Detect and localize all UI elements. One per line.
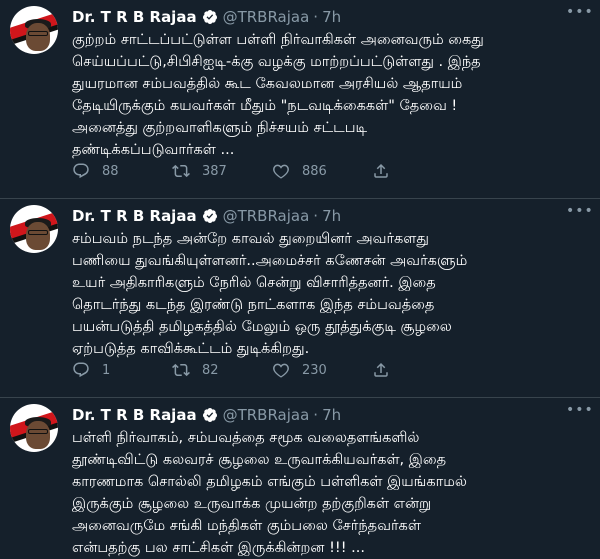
retweet-icon <box>172 363 190 377</box>
separator-dot: · <box>313 406 319 424</box>
author-name[interactable]: Dr. T R B Rajaa <box>72 406 197 424</box>
retweet-button[interactable]: 82 <box>172 361 272 379</box>
tweet-text: பள்ளி நிர்வாகம், சம்பவத்தை சமூக வலைதளங்க… <box>72 430 467 556</box>
more-options-icon[interactable]: ••• <box>566 4 593 24</box>
retweet-count: 387 <box>202 163 227 179</box>
author-name[interactable]: Dr. T R B Rajaa <box>72 207 197 225</box>
author-name[interactable]: Dr. T R B Rajaa <box>72 8 197 26</box>
tweet[interactable]: Dr. T R B Rajaa @TRBRajaa · 7h ••• குற்ற… <box>0 0 600 199</box>
like-button[interactable]: 886 <box>272 162 372 180</box>
tweet-time[interactable]: 7h <box>322 8 341 26</box>
verified-badge-icon <box>202 209 217 223</box>
tweet-text: குற்றம் சாட்டப்பட்டுள்ள பள்ளி நிர்வாகிகள… <box>72 32 484 158</box>
tweet[interactable]: Dr. T R B Rajaa @TRBRajaa · 7h ••• பள்ளி… <box>0 398 600 556</box>
heart-icon <box>273 164 289 179</box>
reply-count: 88 <box>102 163 119 179</box>
tweet-text: சம்பவம் நடந்த அன்றே காவல் துறையினர் அவர்… <box>72 231 468 357</box>
share-icon <box>374 362 388 377</box>
retweet-count: 82 <box>202 362 219 378</box>
retweet-button[interactable]: 387 <box>172 162 272 180</box>
author-handle[interactable]: @TRBRajaa <box>223 406 310 424</box>
verified-badge-icon <box>202 10 217 24</box>
reply-button[interactable]: 88 <box>72 162 172 180</box>
avatar[interactable] <box>10 205 58 253</box>
tweet-actions: 88 387 886 <box>72 162 502 180</box>
reply-icon <box>73 362 89 378</box>
share-button[interactable] <box>372 361 402 379</box>
like-count: 886 <box>302 163 327 179</box>
heart-icon <box>273 363 289 378</box>
share-button[interactable] <box>372 162 402 180</box>
tweet-time[interactable]: 7h <box>322 207 341 225</box>
share-icon <box>374 163 388 178</box>
tweet-time[interactable]: 7h <box>322 406 341 424</box>
avatar[interactable] <box>10 6 58 54</box>
retweet-icon <box>172 164 190 178</box>
avatar[interactable] <box>10 404 58 452</box>
tweet-header: Dr. T R B Rajaa @TRBRajaa · 7h <box>72 205 586 227</box>
tweet[interactable]: Dr. T R B Rajaa @TRBRajaa · 7h ••• சம்பவ… <box>0 199 600 398</box>
like-button[interactable]: 230 <box>272 361 372 379</box>
verified-badge-icon <box>202 408 217 422</box>
reply-icon <box>73 163 89 179</box>
tweet-header: Dr. T R B Rajaa @TRBRajaa · 7h <box>72 6 586 28</box>
reply-button[interactable]: 1 <box>72 361 172 379</box>
reply-count: 1 <box>102 362 111 378</box>
like-count: 230 <box>302 362 327 378</box>
separator-dot: · <box>313 8 319 26</box>
more-options-icon[interactable]: ••• <box>566 402 593 422</box>
more-options-icon[interactable]: ••• <box>566 203 593 223</box>
author-handle[interactable]: @TRBRajaa <box>223 8 310 26</box>
separator-dot: · <box>313 207 319 225</box>
author-handle[interactable]: @TRBRajaa <box>223 207 310 225</box>
tweet-actions: 1 82 230 <box>72 361 502 379</box>
tweet-header: Dr. T R B Rajaa @TRBRajaa · 7h <box>72 404 586 426</box>
